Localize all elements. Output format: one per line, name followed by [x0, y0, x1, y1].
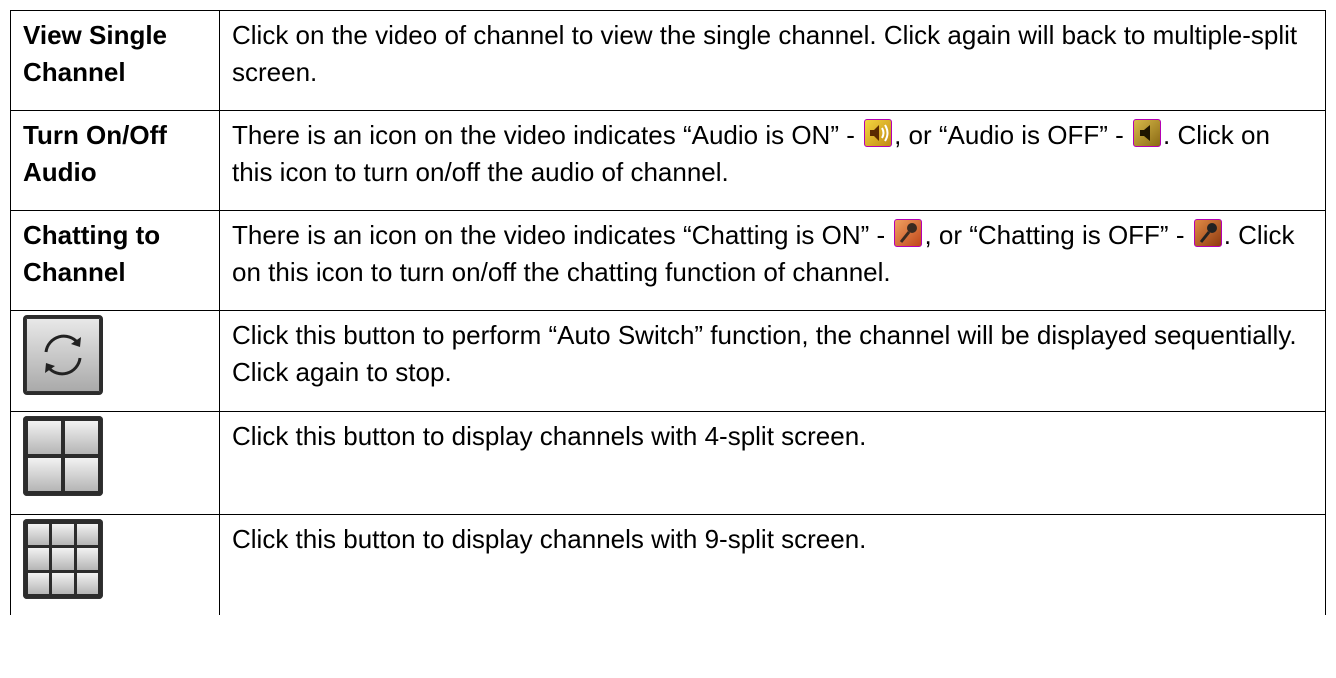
description-text: There is an icon on the video indicates …: [232, 220, 893, 250]
description-text: There is an icon on the video indicates …: [232, 120, 863, 150]
description-text: , or “Chatting is OFF” -: [924, 220, 1192, 250]
table-row: Turn On/Off Audio There is an icon on th…: [10, 110, 1326, 211]
chat-on-icon: [894, 219, 923, 247]
feature-description: There is an icon on the video indicates …: [219, 210, 1326, 311]
feature-label: Chatting to Channel: [10, 210, 220, 311]
audio-on-icon: [864, 119, 893, 147]
feature-description: Click this button to display channels wi…: [219, 514, 1326, 615]
table-row: Click this button to display channels wi…: [10, 514, 1326, 615]
table-row: Click this button to display channels wi…: [10, 411, 1326, 515]
split-9-icon-cell: [10, 514, 220, 615]
split-4-icon[interactable]: [23, 416, 103, 496]
feature-description: Click this button to perform “Auto Switc…: [219, 310, 1326, 412]
description-text: , or “Audio is OFF” -: [894, 120, 1132, 150]
split-4-icon-cell: [10, 411, 220, 515]
auto-switch-icon[interactable]: [23, 315, 103, 395]
table-row: View Single Channel Click on the video o…: [10, 10, 1326, 111]
audio-off-icon: [1133, 119, 1162, 147]
auto-switch-icon-cell: [10, 310, 220, 412]
feature-table: View Single Channel Click on the video o…: [10, 10, 1326, 615]
table-row: Chatting to Channel There is an icon on …: [10, 210, 1326, 311]
table-row: Click this button to perform “Auto Switc…: [10, 310, 1326, 412]
feature-description: There is an icon on the video indicates …: [219, 110, 1326, 211]
feature-description: Click this button to display channels wi…: [219, 411, 1326, 515]
split-9-icon[interactable]: [23, 519, 103, 599]
chat-off-icon: [1193, 219, 1222, 247]
feature-label: Turn On/Off Audio: [10, 110, 220, 211]
feature-label: View Single Channel: [10, 10, 220, 111]
feature-description: Click on the video of channel to view th…: [219, 10, 1326, 111]
